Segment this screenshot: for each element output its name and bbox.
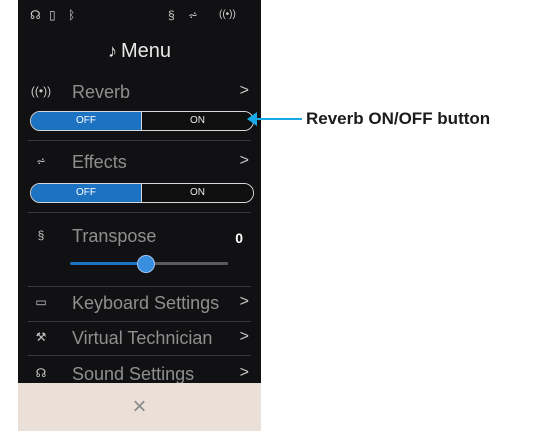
divider [28,321,251,322]
reverb-icon: ((•)) [219,9,236,20]
music-note-icon: ♪ [107,41,117,61]
menu-item-label: Transpose [72,226,157,246]
divider [28,140,251,141]
usb-icon: ▯ [49,8,56,22]
transpose-icon: § [37,228,45,242]
status-bar: ☊ ▯ ᛒ § ⩫ ((•)) [18,0,261,30]
page-title: ♪ Menu [18,40,261,63]
menu-title: Menu [120,40,172,62]
reverb-toggle[interactable]: OFF ON [30,111,254,131]
close-bar[interactable]: × [18,383,261,431]
menu-item-keyboard-settings[interactable]: ▭ Keyboard Settings > [18,291,261,319]
transpose-slider-knob[interactable] [137,255,155,273]
transpose-value: 0 [235,230,243,246]
effects-icon: ⩫ [35,154,47,168]
effects-icon: ⩫ [188,8,199,22]
menu-item-label: Keyboard Settings [72,293,220,313]
keyboard-icon: ▭ [35,295,47,309]
effects-toggle[interactable]: OFF ON [30,183,254,203]
callout-label: Reverb ON/OFF button [306,109,491,128]
transpose-icon: § [168,8,175,22]
chevron-right-icon: > [239,364,249,381]
divider [28,212,251,213]
menu-item-reverb[interactable]: ((•)) Reverb > [18,80,261,108]
chevron-right-icon: > [239,82,249,99]
headphones-icon: ☊ [30,8,41,22]
menu-item-effects[interactable]: ⩫ Effects > [18,150,261,178]
menu-screen: ☊ ▯ ᛒ § ⩫ ((•)) ♪ Menu ((•)) Reverb > OFF… [18,0,261,431]
menu-item-label: Effects [72,152,127,172]
menu-item-label: Reverb [72,82,131,102]
menu-item-label: Virtual Technician [72,328,213,348]
effects-off-button[interactable]: OFF [31,184,142,202]
divider [28,355,251,356]
menu-item-transpose[interactable]: § Transpose 0 [18,224,261,252]
tools-icon: ⚒ [35,330,47,344]
transpose-slider-track[interactable] [146,262,228,265]
menu-item-virtual-technician[interactable]: ⚒ Virtual Technician > [18,326,261,354]
reverb-on-button[interactable]: ON [142,112,253,130]
divider [28,286,251,287]
close-icon[interactable]: × [18,393,261,421]
chevron-right-icon: > [239,328,249,345]
effects-on-button[interactable]: ON [142,184,253,202]
callout-line [253,118,302,120]
menu-item-label: Sound Settings [72,364,195,384]
bluetooth-icon: ᛒ [68,8,76,22]
reverb-icon: ((•)) [30,84,52,98]
chevron-right-icon: > [239,152,249,169]
reverb-off-button[interactable]: OFF [31,112,142,130]
chevron-right-icon: > [239,293,249,310]
headphones-icon: ☊ [35,366,47,380]
